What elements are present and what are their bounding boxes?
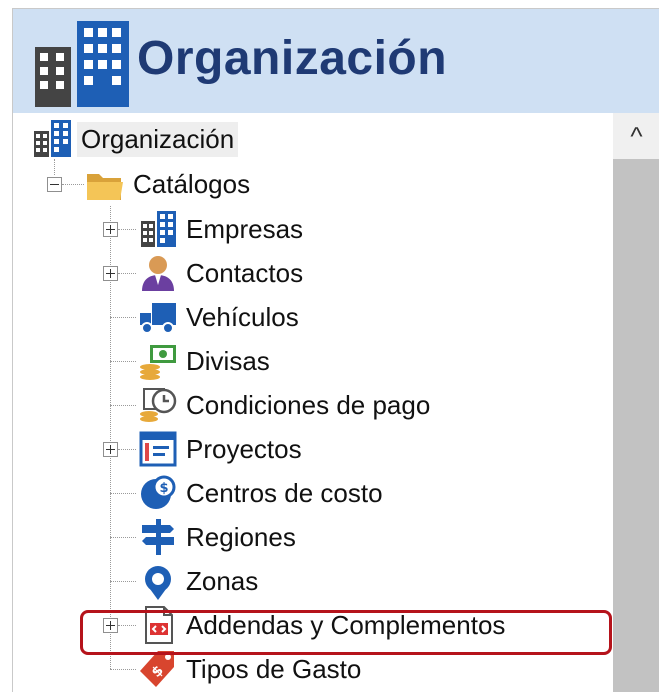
expand-proyectos-toggle[interactable] [103, 442, 118, 457]
projects-board-icon [139, 431, 177, 467]
tree-node-label: Condiciones de pago [186, 389, 431, 420]
tree-connector [62, 184, 84, 185]
cost-center-pie-icon: $ [141, 475, 176, 509]
organization-tree[interactable]: Organización Catálogos Empresas Contacto… [13, 113, 613, 692]
expense-tag-icon: $ [140, 651, 174, 687]
tree-node-divisas[interactable]: Divisas [138, 341, 270, 381]
tree-connector [110, 317, 136, 318]
tree-connector [110, 537, 136, 538]
tree-node-organizacion[interactable]: Organización [33, 119, 239, 159]
organization-panel: Organización Organización Catálogos Empr… [12, 8, 659, 692]
organization-buildings-icon [34, 120, 71, 157]
tree-node-label: Centros de costo [186, 477, 383, 508]
tree-node-centros-de-costo[interactable]: $ Centros de costo [138, 473, 383, 513]
tree-node-label: Vehículos [186, 301, 299, 332]
tree-node-label: Contactos [186, 257, 304, 288]
tree-node-label: Catálogos [133, 168, 251, 199]
tree-node-label: Proyectos [186, 433, 302, 464]
tree-node-label: Regiones [186, 521, 296, 552]
tree-connector [110, 405, 136, 406]
tree-node-label: Empresas [186, 213, 304, 244]
signpost-icon [142, 519, 174, 555]
tree-node-label: Tipos de Gasto [186, 653, 362, 684]
expand-empresas-toggle[interactable] [103, 222, 118, 237]
organization-buildings-icon [35, 21, 129, 107]
tree-connector [110, 493, 136, 494]
scroll-thumb[interactable] [613, 159, 659, 692]
scroll-up-arrow-icon[interactable]: ^ [613, 113, 659, 159]
tree-node-label: Divisas [186, 345, 270, 376]
tree-node-regiones[interactable]: Regiones [138, 517, 296, 557]
tree-connector [110, 581, 136, 582]
tree-connector [118, 449, 136, 450]
vertical-scrollbar[interactable]: ^ [613, 113, 659, 692]
buildings-icon [141, 211, 176, 247]
map-pin-icon [145, 566, 171, 600]
tree-node-empresas[interactable]: Empresas [138, 209, 303, 249]
tree-connector [110, 669, 136, 670]
tree-connector [118, 229, 136, 230]
header-title: Organización [137, 32, 448, 85]
currency-icon [140, 345, 176, 380]
tree-node-proyectos[interactable]: Proyectos [138, 429, 302, 469]
tree-node-catalogos[interactable]: Catálogos [85, 164, 250, 204]
highlight-box [80, 610, 612, 655]
tree-node-vehiculos[interactable]: Vehículos [138, 297, 299, 337]
tree-node-label: Organización [77, 121, 239, 157]
panel-header: Organización [13, 9, 659, 113]
payment-terms-clock-icon [140, 388, 177, 422]
tree-connector [110, 361, 136, 362]
tree-node-contactos[interactable]: Contactos [138, 253, 303, 293]
truck-icon [140, 303, 176, 334]
tree-node-condiciones-de-pago[interactable]: Condiciones de pago [138, 385, 430, 425]
tree-node-zonas[interactable]: Zonas [138, 561, 258, 601]
collapse-catalogos-toggle[interactable] [47, 177, 62, 192]
contact-person-icon [142, 256, 174, 291]
svg-text:$: $ [159, 481, 168, 496]
tree-node-label: Zonas [186, 565, 259, 596]
tree-connector [54, 159, 55, 175]
expand-contactos-toggle[interactable] [103, 266, 118, 281]
folder-open-icon [87, 174, 123, 200]
tree-connector [118, 273, 136, 274]
tree-node-tipos-de-gasto[interactable]: $ Tipos de Gasto [138, 649, 361, 689]
